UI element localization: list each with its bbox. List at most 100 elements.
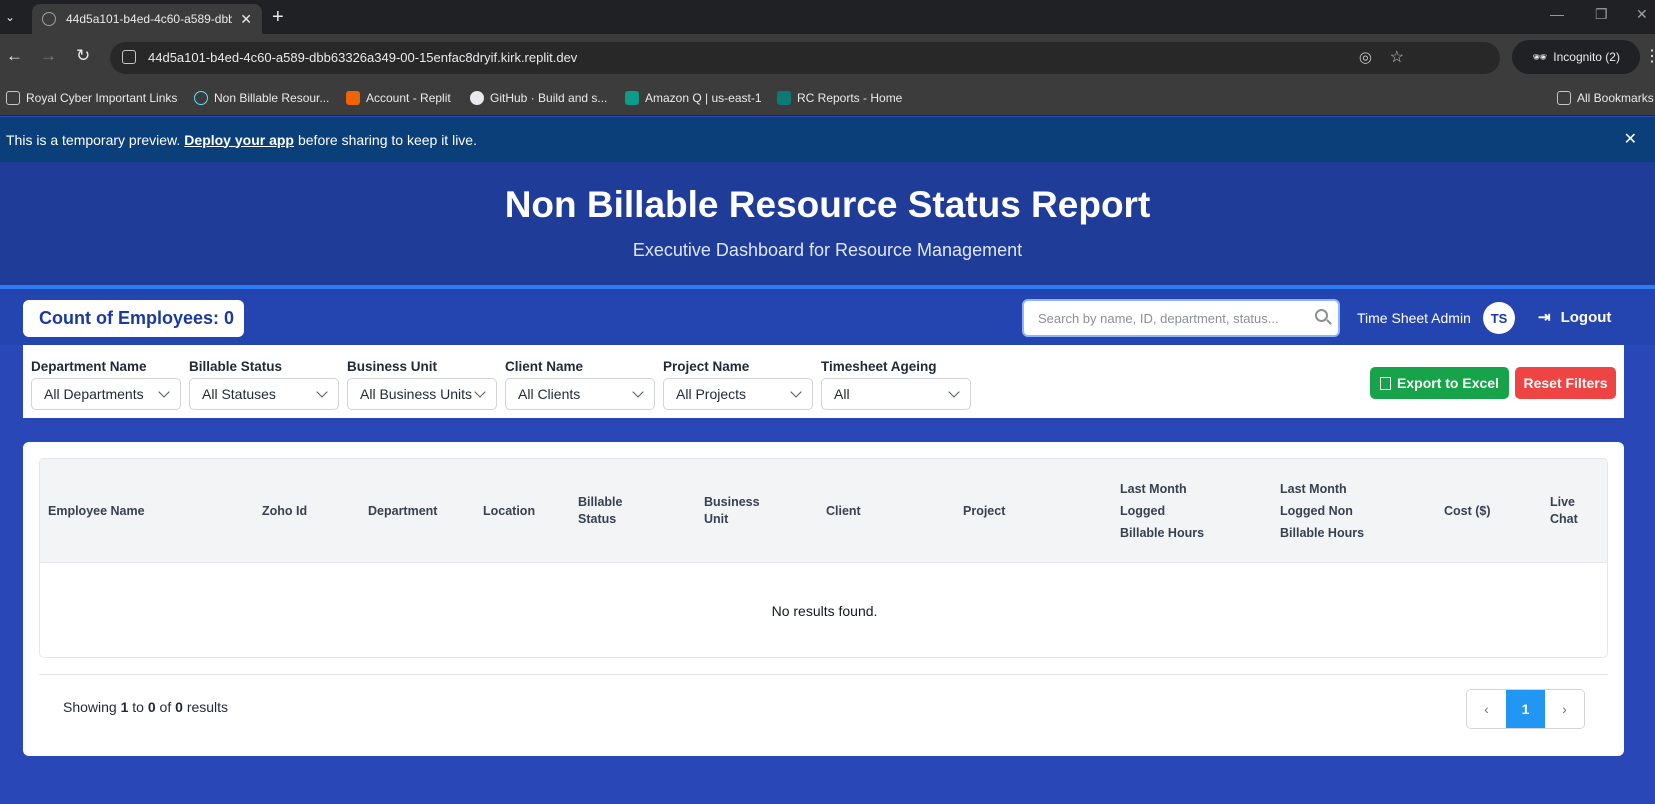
department-select[interactable]: All Departments — [31, 378, 181, 410]
logout-label: Logout — [1560, 308, 1612, 326]
sharepoint-icon — [777, 91, 791, 105]
col-client[interactable]: Client — [826, 459, 861, 563]
filter-label: Department Name — [31, 359, 147, 374]
amazon-q-icon — [625, 91, 639, 105]
new-tab-button[interactable]: + — [272, 6, 284, 29]
tracking-protection-icon[interactable]: ◎ — [1359, 48, 1372, 66]
bookmark-replit[interactable]: Account - Replit — [346, 91, 451, 105]
logout-button[interactable]: ⇥ Logout — [1538, 308, 1612, 327]
chevron-down-icon — [474, 386, 486, 398]
chevron-down-icon — [158, 386, 170, 398]
avatar[interactable]: TS — [1483, 302, 1515, 334]
col-zoho-id[interactable]: Zoho Id — [262, 459, 307, 563]
app-header: Non Billable Resource Status Report Exec… — [0, 162, 1655, 286]
col-live-chat[interactable]: Live Chat — [1550, 459, 1578, 563]
logout-icon: ⇥ — [1538, 309, 1551, 326]
globe-icon — [42, 12, 56, 26]
select-value: All — [834, 386, 850, 402]
bookmark-github[interactable]: GitHub · Build and s... — [470, 91, 607, 105]
filter-client: Client Name All Clients — [505, 359, 655, 410]
employee-count-card: Count of Employees: 0 — [23, 300, 244, 337]
replit-icon — [346, 91, 360, 105]
incognito-label: Incognito (2) — [1553, 50, 1620, 64]
preview-banner: This is a temporary preview. Deploy your… — [0, 117, 1655, 162]
previous-page-button[interactable]: ‹ — [1467, 690, 1506, 728]
col-non-billable-hours[interactable]: Last Month Logged Non Billable Hours — [1280, 459, 1364, 563]
filter-label: Billable Status — [189, 359, 283, 374]
col-department[interactable]: Department — [368, 459, 437, 563]
page-1-button[interactable]: 1 — [1506, 690, 1545, 728]
filter-label: Timesheet Ageing — [821, 359, 937, 374]
search-icon[interactable] — [1315, 309, 1328, 322]
react-icon — [194, 91, 208, 105]
restore-icon[interactable]: ❐ — [1595, 6, 1608, 23]
incognito-icon: 🕶 — [1532, 50, 1548, 64]
timesheet-ageing-select[interactable]: All — [821, 378, 971, 410]
select-value: All Statuses — [202, 386, 276, 402]
browser-menu-icon[interactable]: ⋮ — [1644, 46, 1655, 66]
url-omnibox[interactable]: 44d5a101-b4ed-4c60-a589-dbb63326a349-00-… — [110, 42, 1500, 74]
search-box[interactable] — [1022, 299, 1340, 337]
col-project[interactable]: Project — [963, 459, 1005, 563]
chevron-down-icon — [948, 386, 960, 398]
all-bookmarks[interactable]: All Bookmarks — [1557, 91, 1654, 105]
business-unit-select[interactable]: All Business Units — [347, 378, 497, 410]
address-bar: ← → ↻ 44d5a101-b4ed-4c60-a589-dbb63326a3… — [0, 34, 1655, 82]
filter-department: Department Name All Departments — [31, 359, 181, 410]
incognito-indicator[interactable]: 🕶 Incognito (2) — [1512, 40, 1640, 74]
results-table: Employee Name Zoho Id Department Locatio… — [39, 458, 1608, 658]
col-business-unit[interactable]: Business Unit — [704, 459, 760, 563]
export-label: Export to Excel — [1397, 375, 1499, 391]
filter-timesheet-ageing: Timesheet Ageing All — [821, 359, 971, 410]
export-to-excel-button[interactable]: Export to Excel — [1370, 367, 1509, 399]
bookmark-label: GitHub · Build and s... — [490, 91, 608, 105]
project-select[interactable]: All Projects — [663, 378, 813, 410]
close-window-icon[interactable]: ✕ — [1636, 6, 1648, 23]
deploy-link[interactable]: Deploy your app — [184, 132, 294, 148]
tab-title: 44d5a101-b4ed-4c60-a589-dbb — [66, 12, 233, 26]
filter-project: Project Name All Projects — [663, 359, 813, 410]
billable-status-select[interactable]: All Statuses — [189, 378, 339, 410]
select-value: All Projects — [676, 386, 747, 402]
col-billable-hours[interactable]: Last Month Logged Billable Hours — [1120, 459, 1204, 563]
reset-filters-button[interactable]: Reset Filters — [1515, 367, 1616, 399]
bookmark-label: Royal Cyber Important Links — [26, 91, 178, 105]
col-location[interactable]: Location — [483, 459, 535, 563]
col-cost[interactable]: Cost ($) — [1444, 459, 1491, 563]
search-input[interactable] — [1024, 301, 1294, 335]
bookmark-star-icon[interactable]: ☆ — [1390, 47, 1404, 67]
forward-icon[interactable]: → — [40, 46, 57, 66]
filters-panel: Department Name All Departments Billable… — [23, 345, 1624, 418]
tab-search-chevron-icon[interactable]: ⌄ — [0, 4, 20, 30]
close-tab-icon[interactable]: ✕ — [240, 11, 252, 28]
bookmark-label: Non Billable Resour... — [214, 91, 330, 105]
filter-billable-status: Billable Status All Statuses — [189, 359, 339, 410]
chevron-down-icon — [790, 386, 802, 398]
site-info-icon[interactable] — [122, 50, 136, 64]
select-value: All Clients — [518, 386, 581, 402]
empty-state-message: No results found. — [771, 602, 878, 619]
page-title: Non Billable Resource Status Report — [504, 184, 1151, 225]
browser-tab[interactable]: 44d5a101-b4ed-4c60-a589-dbb ✕ — [32, 4, 262, 34]
bookmark-non-billable[interactable]: Non Billable Resour... — [194, 91, 329, 105]
col-billable-status[interactable]: Billable Status — [578, 459, 622, 563]
bookmark-label: RC Reports - Home — [797, 91, 903, 105]
pagination: ‹ 1 › — [1466, 689, 1585, 729]
back-icon[interactable]: ← — [6, 46, 23, 66]
col-employee-name[interactable]: Employee Name — [48, 459, 145, 563]
all-bookmarks-label: All Bookmarks — [1577, 91, 1654, 105]
bookmarks-bar: Royal Cyber Important Links Non Billable… — [0, 82, 1655, 116]
next-page-button[interactable]: › — [1545, 690, 1584, 728]
filter-label: Client Name — [505, 359, 584, 374]
preview-text-after: before sharing to keep it live. — [297, 131, 477, 148]
bookmark-royal-cyber[interactable]: Royal Cyber Important Links — [6, 91, 177, 105]
user-name: Time Sheet Admin — [1357, 310, 1471, 326]
select-value: All Departments — [44, 386, 144, 402]
reload-icon[interactable]: ↻ — [76, 46, 90, 66]
bookmark-rc-reports[interactable]: RC Reports - Home — [777, 91, 902, 105]
chevron-down-icon — [632, 386, 644, 398]
client-select[interactable]: All Clients — [505, 378, 655, 410]
minimize-icon[interactable]: — — [1550, 6, 1564, 22]
bookmark-amazon-q[interactable]: Amazon Q | us-east-1 — [625, 91, 762, 105]
close-banner-icon[interactable]: ✕ — [1624, 129, 1637, 149]
